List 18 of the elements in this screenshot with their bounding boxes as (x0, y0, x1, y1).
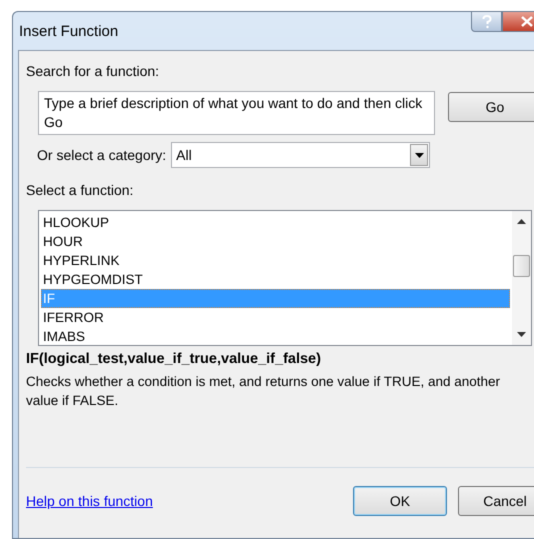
search-field[interactable]: Type a brief description of what you want to do and then click Go (38, 91, 435, 135)
function-item[interactable]: HYPERLINK (41, 251, 510, 270)
function-item[interactable]: IMABS (41, 327, 510, 346)
dialog-button[interactable]: OK (353, 486, 447, 516)
function-item[interactable]: IFERROR (41, 308, 510, 327)
search-label: Search for a function: (26, 63, 160, 81)
function-description: Checks whether a condition is met, and returns one value if TRUE, and another value if FALSE. (26, 373, 502, 410)
function-item[interactable]: HOUR (41, 232, 510, 251)
go-button[interactable]: Go (448, 92, 534, 122)
category-dropdown[interactable]: All (171, 142, 430, 168)
function-list-label: Select a function: (26, 182, 134, 200)
function-item[interactable]: HYPGEOMDIST (41, 270, 510, 289)
function-signature: IF(logical_test,value_if_true,value_if_false) (26, 351, 322, 367)
function-item[interactable]: HLOOKUP (41, 213, 510, 232)
dialog-button[interactable]: Cancel (458, 486, 534, 516)
category-label: Or select a category: (37, 147, 166, 163)
window-title: Insert Function (18, 22, 118, 40)
help-link[interactable]: Help on this function (26, 493, 153, 509)
